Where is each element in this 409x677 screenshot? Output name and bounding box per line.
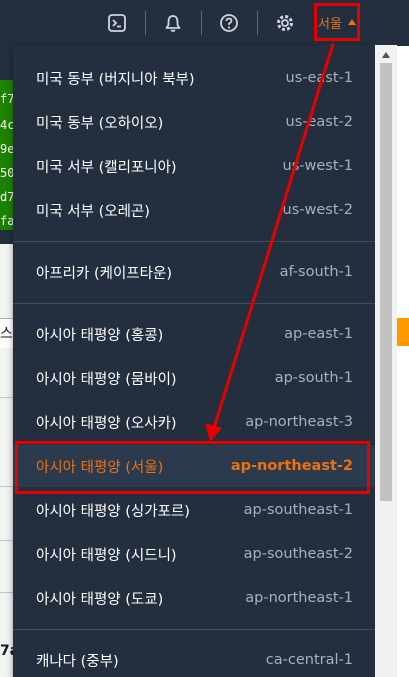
region-code: af-south-1 [279, 264, 353, 280]
menu-divider [13, 241, 375, 242]
background-orange-button [397, 318, 409, 346]
region-option[interactable]: 아시아 태평양 (뭄바이) ap-south-1 [13, 357, 375, 399]
scroll-up-arrow-icon[interactable] [382, 52, 390, 58]
region-name: 아시아 태평양 (시드니) [36, 547, 177, 564]
region-option[interactable]: 캐나다 (중부) ca-central-1 [13, 639, 375, 677]
region-code: us-east-2 [285, 114, 353, 130]
region-option-selected[interactable]: 아시아 태평양 (서울) ap-northeast-2 [13, 445, 375, 487]
region-code: ap-south-1 [274, 370, 353, 386]
top-nav-bar: 서울 [0, 0, 409, 46]
region-name: 아프리카 (케이프타운) [36, 265, 172, 282]
menu-divider [13, 303, 375, 304]
region-name: 아시아 태평양 (뭄바이) [36, 371, 177, 388]
region-code: us-east-1 [285, 70, 353, 86]
region-selector-button[interactable]: 서울 [314, 3, 360, 41]
region-code: ap-southeast-2 [243, 546, 353, 562]
cloudshell-icon[interactable] [106, 12, 128, 34]
region-name: 아시아 태평양 (도쿄) [36, 591, 164, 608]
background-divider [0, 592, 14, 593]
region-name: 미국 동부 (오하이오) [36, 115, 164, 132]
region-name: 미국 동부 (버지니아 북부) [36, 71, 195, 88]
region-option[interactable]: 미국 동부 (오하이오) us-east-2 [13, 101, 375, 143]
region-name: 미국 서부 (캘리포니아) [36, 159, 177, 176]
region-option[interactable]: 미국 동부 (버지니아 북부) us-east-1 [13, 57, 375, 99]
region-option[interactable]: 아시아 태평양 (시드니) ap-southeast-2 [13, 533, 375, 575]
region-option[interactable]: 아시아 태평양 (도쿄) ap-northeast-1 [13, 577, 375, 619]
scrollbar-thumb[interactable] [380, 63, 392, 501]
menu-divider [13, 629, 375, 630]
region-code: ap-east-1 [284, 326, 353, 342]
region-option[interactable]: 아시아 태평양 (싱가포르) ap-southeast-1 [13, 489, 375, 531]
region-name: 아시아 태평양 (싱가포르) [36, 503, 190, 520]
nav-divider [257, 11, 258, 35]
background-panel-right [397, 346, 409, 677]
region-code: ap-northeast-3 [245, 414, 353, 430]
region-name: 아시아 태평양 (오사카) [36, 415, 177, 432]
bell-icon[interactable] [162, 12, 184, 34]
region-code: us-west-2 [282, 202, 353, 218]
region-code: us-west-1 [282, 158, 353, 174]
background-divider [0, 540, 14, 541]
region-name: 캐나다 (중부) [36, 653, 119, 670]
region-name: 미국 서부 (오레곤) [36, 203, 150, 220]
nav-divider [145, 11, 146, 35]
background-input: 스 [0, 318, 14, 348]
background-divider [0, 397, 14, 398]
region-selector-label: 서울 [318, 16, 342, 32]
region-option[interactable]: 아시아 태평양 (오사카) ap-northeast-3 [13, 401, 375, 443]
background-divider [0, 486, 14, 487]
gear-icon[interactable] [274, 12, 296, 34]
region-dropdown-menu: 미국 동부 (버지니아 북부) us-east-1 미국 동부 (오하이오) u… [13, 45, 375, 677]
dropdown-scrollbar[interactable] [375, 45, 397, 677]
region-code: ap-northeast-2 [230, 458, 353, 474]
region-option[interactable]: 미국 서부 (오레곤) us-west-2 [13, 189, 375, 231]
region-option[interactable]: 아시아 태평양 (홍콩) ap-east-1 [13, 313, 375, 355]
region-name: 아시아 태평양 (서울) [36, 459, 164, 476]
region-code: ca-central-1 [265, 652, 353, 668]
region-option[interactable]: 미국 서부 (캘리포니아) us-west-1 [13, 145, 375, 187]
help-icon[interactable] [218, 12, 240, 34]
background-text-fragment: 스 [0, 326, 13, 342]
region-code: ap-northeast-1 [245, 590, 353, 606]
region-name: 아시아 태평양 (홍콩) [36, 327, 164, 344]
nav-divider [201, 11, 202, 35]
region-code: ap-southeast-1 [243, 502, 353, 518]
region-option[interactable]: 아프리카 (케이프타운) af-south-1 [13, 251, 375, 293]
caret-up-icon [347, 19, 356, 25]
